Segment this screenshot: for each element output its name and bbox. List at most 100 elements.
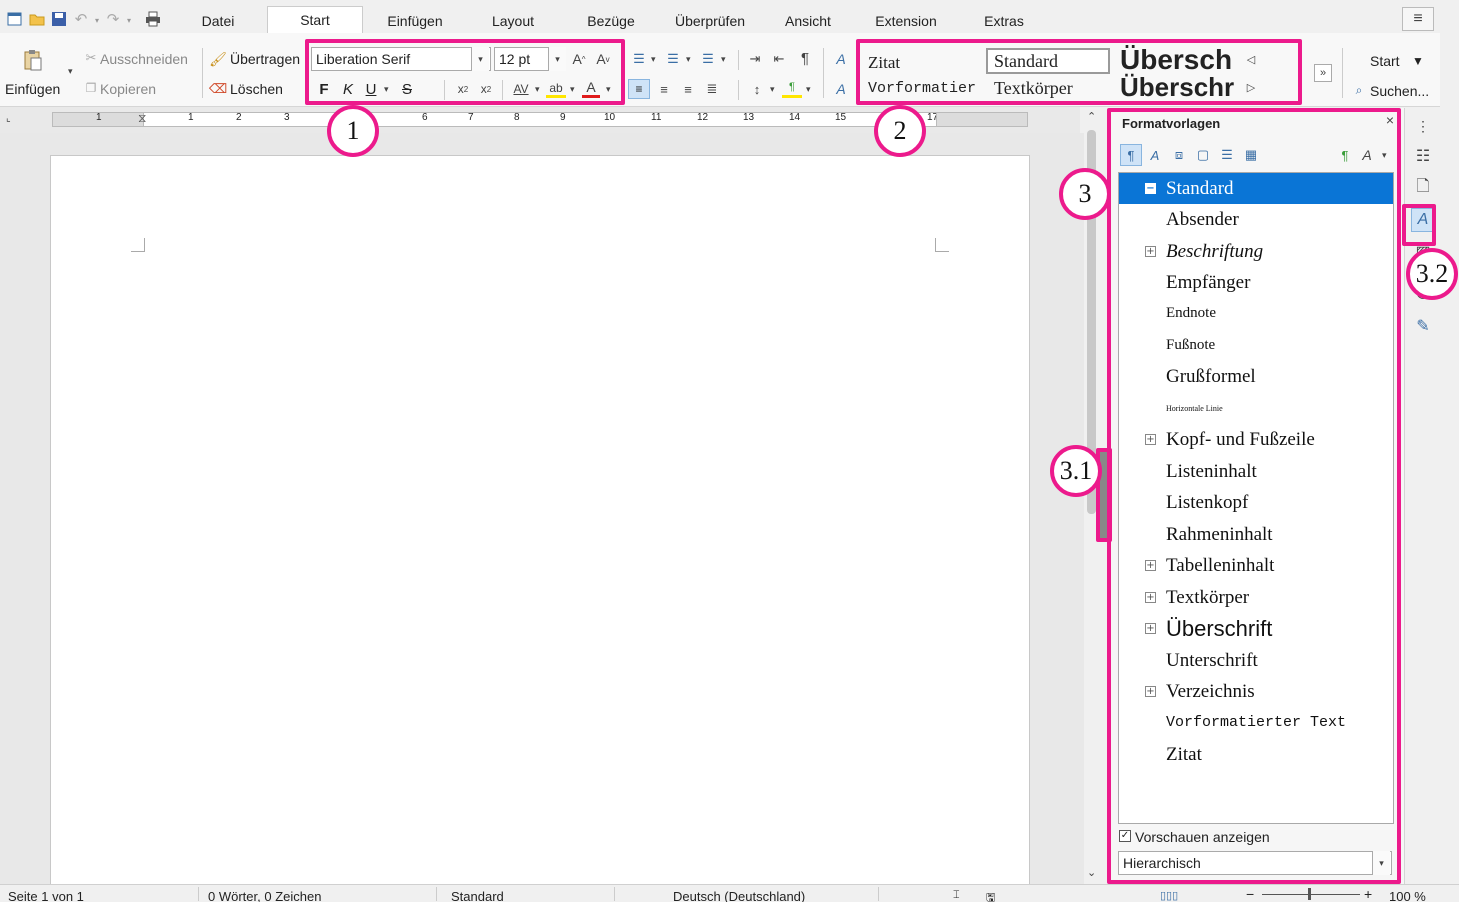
zoom-in-icon[interactable]: + <box>1364 886 1372 902</box>
insert-mode-icon[interactable]: ⌶ <box>953 889 960 902</box>
tab-ansicht[interactable]: Ansicht <box>762 8 854 34</box>
clone-formatting-button[interactable]: Übertragen <box>230 51 300 67</box>
fill-format-mode-icon[interactable]: ¶ <box>1336 146 1354 164</box>
zoom-slider-thumb[interactable] <box>1308 888 1311 900</box>
bullet-list-icon[interactable]: ☰ <box>630 50 648 68</box>
clone-formatting-icon[interactable]: 🖌 <box>209 51 227 67</box>
decrease-indent-icon[interactable]: ⇤ <box>770 50 788 68</box>
tab-einfuegen[interactable]: Einfügen <box>370 8 460 34</box>
ruler-indent-marker-icon[interactable]: ⧖ <box>138 111 146 126</box>
font-size-dropdown-icon[interactable]: ▾ <box>548 47 566 71</box>
superscript-icon[interactable]: x2 <box>477 80 495 98</box>
start-menu-dropdown-icon[interactable]: ▼ <box>1412 54 1424 68</box>
style-preview-textkoerper[interactable]: Textkörper <box>994 78 1073 99</box>
update-style-icon[interactable]: A <box>832 80 850 98</box>
redo-dropdown-icon[interactable]: ▾ <box>124 12 134 28</box>
style-item-horizontale-linie[interactable]: Horizontale Linie <box>1119 393 1393 424</box>
character-spacing-dropdown-icon[interactable]: ▾ <box>535 84 540 95</box>
highlight-icon[interactable]: ab <box>546 80 566 98</box>
expand-icon[interactable]: + <box>1145 623 1156 634</box>
status-page[interactable]: Seite 1 von 1 <box>8 889 84 902</box>
outline-list-dropdown-icon[interactable]: ▾ <box>721 54 726 65</box>
font-name-field[interactable]: Liberation Serif <box>311 47 491 71</box>
outline-list-icon[interactable]: ☰ <box>699 50 717 68</box>
paragraph-background-dropdown-icon[interactable]: ▾ <box>806 84 811 95</box>
cut-button[interactable]: Ausschneiden <box>100 51 188 67</box>
italic-button[interactable]: K <box>339 80 357 98</box>
style-item-listenkopf[interactable]: Listenkopf <box>1119 487 1393 518</box>
save-icon[interactable] <box>50 10 68 28</box>
paste-icon[interactable] <box>22 48 44 72</box>
view-layout-icon[interactable]: ▯▯▯ <box>1160 889 1178 902</box>
style-actions-dropdown-icon[interactable]: ▾ <box>1382 150 1387 161</box>
strikethrough-button[interactable]: S <box>398 80 416 98</box>
font-color-dropdown-icon[interactable]: ▾ <box>606 84 611 95</box>
style-item-endnote[interactable]: Endnote <box>1119 298 1393 329</box>
gallery-scroll-up-icon[interactable]: ◁ <box>1244 52 1258 66</box>
style-item-empfaenger[interactable]: Empfänger <box>1119 267 1393 298</box>
signature-icon[interactable]: 🖫 <box>986 889 995 902</box>
cut-icon[interactable]: ✂ <box>84 50 98 65</box>
style-item-listeninhalt[interactable]: Listeninhalt <box>1119 456 1393 487</box>
highlight-dropdown-icon[interactable]: ▾ <box>570 84 575 95</box>
grow-font-icon[interactable]: A ^ <box>570 50 588 68</box>
paste-button[interactable]: Einfügen <box>5 81 60 97</box>
list-styles-icon[interactable]: ☰ <box>1218 146 1236 164</box>
style-item-verzeichnis[interactable]: + Verzeichnis <box>1119 676 1393 707</box>
paragraph-background-icon[interactable]: ¶ <box>782 79 802 98</box>
copy-button[interactable]: Kopieren <box>100 81 156 97</box>
style-filter-select[interactable]: Hierarchisch <box>1118 851 1392 875</box>
align-left-icon[interactable]: ≡ <box>628 79 650 99</box>
style-item-textkoerper[interactable]: + Textkörper <box>1119 582 1393 613</box>
style-preview-ueberschrift-2[interactable]: Überschr <box>1120 72 1234 103</box>
undo-dropdown-icon[interactable]: ▾ <box>92 12 102 28</box>
character-styles-icon[interactable]: A <box>1146 146 1164 164</box>
more-options-icon[interactable]: ⋮ <box>1411 114 1435 138</box>
expand-icon[interactable]: + <box>1145 592 1156 603</box>
style-item-tabelleninhalt[interactable]: + Tabelleninhalt <box>1119 550 1393 581</box>
redo-icon[interactable]: ↷ <box>104 10 122 28</box>
status-zoom[interactable]: 100 % <box>1389 889 1426 902</box>
style-preview-standard[interactable]: Standard <box>986 48 1110 74</box>
tab-extras[interactable]: Extras <box>958 8 1050 34</box>
properties-deck-icon[interactable]: ☷ <box>1411 144 1435 168</box>
numbered-list-icon[interactable]: ☰ <box>664 50 682 68</box>
vertical-scrollbar[interactable]: ⌃ ⌄ <box>1084 108 1100 884</box>
justify-icon[interactable]: ≣ <box>703 80 721 98</box>
style-item-rahmeninhalt[interactable]: Rahmeninhalt <box>1119 519 1393 550</box>
page-styles-icon[interactable]: ▢ <box>1194 146 1212 164</box>
style-item-grussformel[interactable]: Grußformel <box>1119 361 1393 392</box>
clear-formatting-button[interactable]: Löschen <box>230 81 283 97</box>
styles-deck-icon[interactable]: A <box>1411 208 1435 232</box>
tab-layout[interactable]: Layout <box>470 8 556 34</box>
frame-styles-icon[interactable]: ⧈ <box>1170 146 1188 164</box>
font-color-icon[interactable]: A <box>582 79 600 98</box>
print-icon[interactable] <box>144 10 162 28</box>
shrink-font-icon[interactable]: Av <box>594 50 612 68</box>
character-spacing-icon[interactable]: AV <box>510 80 532 98</box>
style-item-zitat[interactable]: Zitat <box>1119 739 1393 770</box>
status-word-count[interactable]: 0 Wörter, 0 Zeichen <box>208 889 321 902</box>
collapse-icon[interactable]: − <box>1145 183 1156 194</box>
search-button[interactable]: Suchen... <box>1370 83 1429 99</box>
style-preview-zitat[interactable]: Zitat <box>868 53 900 73</box>
increase-indent-icon[interactable]: ⇥ <box>746 50 764 68</box>
tab-start[interactable]: Start <box>267 6 363 34</box>
style-item-unterschrift[interactable]: Unterschrift <box>1119 645 1393 676</box>
table-styles-icon[interactable]: ▦ <box>1242 146 1260 164</box>
style-item-absender[interactable]: Absender <box>1119 204 1393 235</box>
status-page-style[interactable]: Standard <box>451 889 504 902</box>
gallery-expand-icon[interactable]: » <box>1314 64 1332 82</box>
expand-icon[interactable]: + <box>1145 434 1156 445</box>
styles-icon[interactable]: A <box>832 50 850 68</box>
line-spacing-dropdown-icon[interactable]: ▾ <box>770 84 775 95</box>
scroll-up-icon[interactable]: ⌃ <box>1087 110 1096 123</box>
tab-ueberpruefen[interactable]: Überprüfen <box>662 8 758 34</box>
search-icon[interactable]: ⌕ <box>1352 83 1366 97</box>
copy-icon[interactable]: ❐ <box>84 81 98 95</box>
style-item-fussnote[interactable]: Fußnote <box>1119 330 1393 361</box>
sidebar-close-icon[interactable]: × <box>1382 112 1398 128</box>
underline-button[interactable]: U <box>362 80 380 98</box>
style-item-kopf-und-fusszeile[interactable]: + Kopf- und Fußzeile <box>1119 424 1393 455</box>
style-tree[interactable]: − Standard Absender + Beschriftung Empfäng… <box>1118 172 1394 824</box>
